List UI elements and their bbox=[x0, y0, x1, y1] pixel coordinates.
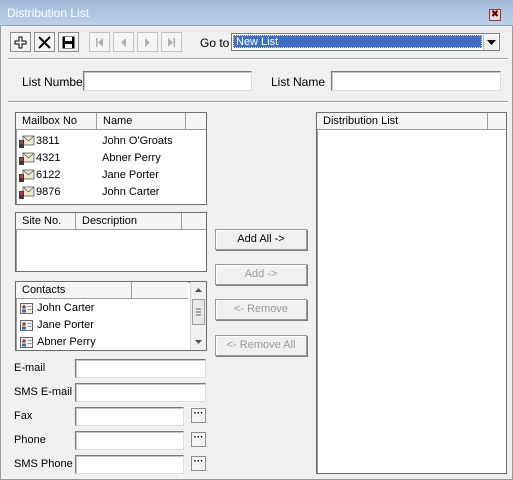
contact-card-icon bbox=[20, 320, 33, 331]
chevron-down-icon bbox=[486, 39, 496, 45]
mailbox-number: 3811 bbox=[36, 135, 60, 147]
mailbox-row[interactable]: 4321 Abner Perry bbox=[18, 150, 204, 167]
mailbox-number: 4321 bbox=[36, 152, 61, 164]
site-list-header: Site No. Description bbox=[16, 213, 206, 230]
next-record-icon bbox=[145, 37, 150, 47]
dropdown-arrow-button[interactable] bbox=[483, 35, 498, 50]
save-icon bbox=[62, 36, 75, 48]
add-button[interactable] bbox=[10, 32, 31, 52]
grip-icon bbox=[196, 308, 201, 316]
goto-selected-value: New List bbox=[233, 35, 482, 48]
mailbox-list[interactable]: Mailbox No Name 3811 John O'Groats 4321 … bbox=[15, 112, 207, 205]
mailbox-no-column-header[interactable]: Mailbox No bbox=[16, 113, 97, 130]
contact-row[interactable]: Jane Porter bbox=[18, 317, 186, 334]
next-record-button[interactable] bbox=[137, 32, 158, 52]
site-list[interactable]: Site No. Description bbox=[15, 212, 207, 272]
add-all-button[interactable]: Add All -> bbox=[215, 229, 307, 250]
contacts-list-header: Contacts bbox=[16, 282, 188, 299]
contact-row[interactable]: Abner Perry bbox=[18, 334, 186, 351]
distribution-list[interactable]: Distribution List bbox=[316, 112, 507, 474]
title-bar: Distribution List ✖ bbox=[0, 0, 513, 26]
contact-name: Abner Perry bbox=[37, 336, 96, 348]
delete-icon bbox=[38, 35, 51, 49]
fax-field[interactable] bbox=[75, 407, 184, 426]
sms-phone-field[interactable] bbox=[75, 455, 184, 474]
mailbox-icon bbox=[19, 152, 35, 165]
sms-phone-label: SMS Phone bbox=[14, 458, 73, 470]
form-separator bbox=[8, 101, 508, 103]
previous-record-button[interactable] bbox=[113, 32, 134, 52]
goto-label: Go to bbox=[200, 36, 230, 50]
list-number-label: List Number bbox=[22, 75, 87, 89]
scroll-down-button[interactable] bbox=[191, 334, 206, 349]
mailbox-row[interactable]: 9876 John Carter bbox=[18, 184, 204, 201]
previous-record-icon bbox=[121, 37, 126, 47]
sms-phone-picker-button[interactable]: ··· bbox=[191, 456, 206, 471]
remove-all-button[interactable]: <- Remove All bbox=[215, 335, 307, 356]
add-button-action[interactable]: Add -> bbox=[215, 264, 307, 285]
mailbox-name: John Carter bbox=[102, 186, 160, 198]
close-button[interactable]: ✖ bbox=[489, 9, 501, 21]
distribution-list-column-header[interactable]: Distribution List bbox=[317, 113, 488, 130]
last-record-icon bbox=[168, 37, 175, 47]
chevron-up-icon bbox=[195, 287, 202, 292]
sms-email-field[interactable] bbox=[75, 383, 206, 402]
contact-name: John Carter bbox=[37, 302, 95, 314]
mailbox-icon bbox=[19, 135, 35, 148]
mailbox-name: Jane Porter bbox=[102, 169, 159, 181]
delete-button[interactable] bbox=[34, 32, 55, 52]
phone-picker-button[interactable]: ··· bbox=[191, 432, 206, 447]
remove-button[interactable]: <- Remove bbox=[215, 299, 307, 320]
mailbox-icon bbox=[19, 169, 35, 182]
fax-picker-button[interactable]: ··· bbox=[191, 408, 206, 423]
first-record-icon bbox=[96, 37, 103, 47]
list-name-field[interactable] bbox=[331, 71, 501, 91]
contact-row[interactable]: John Carter bbox=[18, 300, 186, 317]
add-icon bbox=[14, 36, 27, 48]
description-column-header[interactable]: Description bbox=[76, 213, 182, 230]
phone-label: Phone bbox=[14, 434, 46, 446]
mailbox-list-header: Mailbox No Name bbox=[16, 113, 206, 130]
scroll-thumb[interactable] bbox=[192, 299, 205, 325]
mailbox-icon bbox=[19, 186, 35, 199]
goto-select[interactable]: New List bbox=[231, 33, 500, 51]
contacts-list[interactable]: Contacts John Carter Jane Porter Abner P… bbox=[15, 281, 207, 351]
contact-card-icon bbox=[20, 337, 33, 348]
mailbox-name: Abner Perry bbox=[102, 152, 161, 164]
mailbox-row[interactable]: 3811 John O'Groats bbox=[18, 133, 204, 150]
chevron-down-icon bbox=[195, 339, 202, 344]
site-no-column-header[interactable]: Site No. bbox=[16, 213, 76, 230]
contacts-column-header[interactable]: Contacts bbox=[16, 282, 132, 299]
mailbox-row[interactable]: 6122 Jane Porter bbox=[18, 167, 204, 184]
contacts-scrollbar[interactable] bbox=[190, 282, 206, 350]
distribution-list-header: Distribution List bbox=[317, 113, 506, 130]
mailbox-number: 6122 bbox=[36, 169, 61, 181]
mailbox-name: John O'Groats bbox=[102, 135, 173, 147]
fax-label: Fax bbox=[14, 410, 33, 422]
window-title: Distribution List bbox=[7, 6, 90, 20]
first-record-button[interactable] bbox=[89, 32, 110, 52]
email-label: E-mail bbox=[14, 362, 46, 374]
sms-email-label: SMS E-mail bbox=[14, 386, 73, 398]
contact-name: Jane Porter bbox=[37, 319, 94, 331]
list-number-field[interactable] bbox=[83, 71, 252, 91]
last-record-button[interactable] bbox=[161, 32, 182, 52]
mailbox-number: 9876 bbox=[36, 186, 61, 198]
contact-card-icon bbox=[20, 303, 33, 314]
name-column-header[interactable]: Name bbox=[97, 113, 186, 130]
phone-field[interactable] bbox=[75, 431, 184, 450]
email-field[interactable] bbox=[75, 359, 206, 378]
list-name-label: List Name bbox=[271, 75, 326, 89]
scroll-up-button[interactable] bbox=[191, 282, 206, 297]
save-button[interactable] bbox=[58, 32, 79, 52]
toolbar-separator bbox=[8, 58, 508, 60]
